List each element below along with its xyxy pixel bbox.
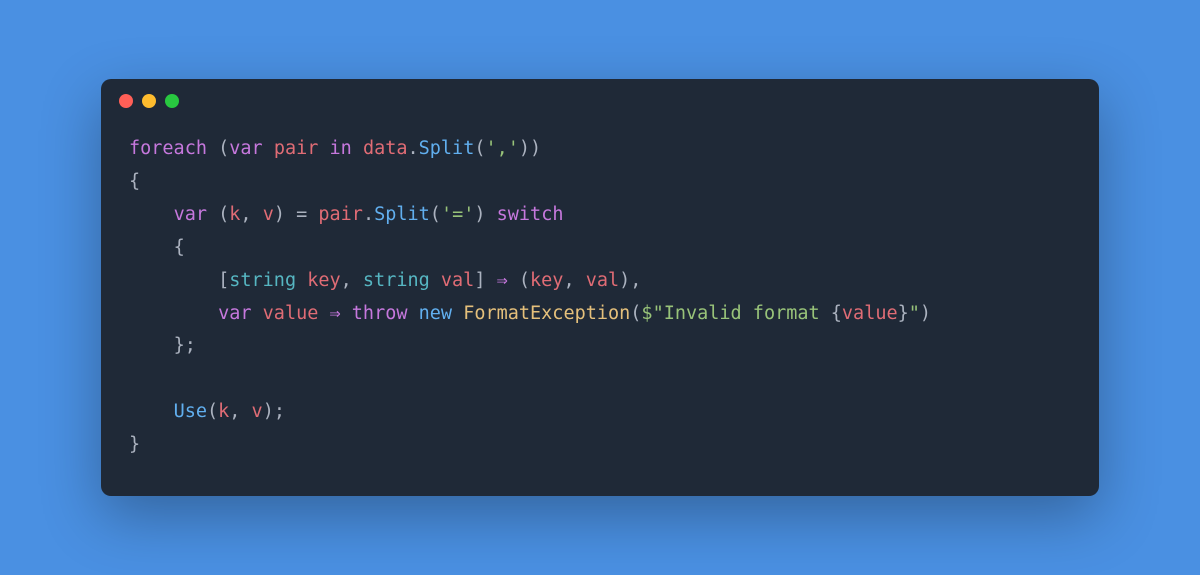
str-comma: ',' <box>485 138 518 159</box>
kw-in: in <box>330 138 352 159</box>
id-k: k <box>229 204 240 225</box>
code-window: foreach (var pair in data.Split(',')) { … <box>101 79 1099 496</box>
str-invalid: "Invalid format <box>653 303 831 324</box>
paren: ) <box>263 401 274 422</box>
comma: , <box>630 270 641 291</box>
id-value: value <box>263 303 319 324</box>
interp-open: { <box>831 303 842 324</box>
id-v: v <box>252 401 263 422</box>
kw-new: new <box>419 303 452 324</box>
paren: ) <box>474 204 485 225</box>
semi: ; <box>274 401 285 422</box>
comma: , <box>341 270 363 291</box>
paren: ( <box>519 270 530 291</box>
str-eq: '=' <box>441 204 474 225</box>
paren: ) <box>530 138 541 159</box>
id-pair: pair <box>318 204 363 225</box>
bracket: [ <box>218 270 229 291</box>
cls-formatexception: FormatException <box>463 303 630 324</box>
traffic-light-minimize-icon[interactable] <box>142 94 156 108</box>
dot: . <box>363 204 374 225</box>
paren: ( <box>630 303 641 324</box>
kw-throw: throw <box>352 303 408 324</box>
paren: ) <box>274 204 285 225</box>
paren: ( <box>474 138 485 159</box>
brace: { <box>129 171 140 192</box>
type-string: string <box>363 270 430 291</box>
id-key: key <box>307 270 340 291</box>
dot: . <box>408 138 419 159</box>
paren: ( <box>218 204 229 225</box>
paren: ) <box>920 303 931 324</box>
fn-split: Split <box>419 138 475 159</box>
kw-switch: switch <box>497 204 564 225</box>
id-value: value <box>842 303 898 324</box>
kw-var: var <box>229 138 262 159</box>
fn-split: Split <box>374 204 430 225</box>
id-val: val <box>586 270 619 291</box>
brace: } <box>174 335 185 356</box>
paren: ( <box>218 138 229 159</box>
arrow: ⇒ <box>485 270 518 291</box>
str-dollar: $ <box>641 303 652 324</box>
arrow: ⇒ <box>318 303 351 324</box>
id-v: v <box>263 204 274 225</box>
fn-use: Use <box>174 401 207 422</box>
type-string: string <box>229 270 296 291</box>
kw-foreach: foreach <box>129 138 207 159</box>
paren: ) <box>519 138 530 159</box>
paren: ) <box>619 270 630 291</box>
str-invalid-close: " <box>909 303 920 324</box>
traffic-light-close-icon[interactable] <box>119 94 133 108</box>
traffic-light-maximize-icon[interactable] <box>165 94 179 108</box>
window-titlebar <box>101 79 1099 123</box>
id-data: data <box>363 138 408 159</box>
eq: = <box>285 204 318 225</box>
comma: , <box>229 401 251 422</box>
id-k: k <box>218 401 229 422</box>
comma: , <box>563 270 585 291</box>
paren: ( <box>207 401 218 422</box>
comma: , <box>240 204 262 225</box>
bracket: ] <box>474 270 485 291</box>
id-key: key <box>530 270 563 291</box>
brace: { <box>174 237 185 258</box>
brace: } <box>129 434 140 455</box>
code-content: foreach (var pair in data.Split(',')) { … <box>101 123 1099 496</box>
id-val: val <box>441 270 474 291</box>
kw-var: var <box>174 204 207 225</box>
id-pair: pair <box>274 138 319 159</box>
semi: ; <box>185 335 196 356</box>
paren: ( <box>430 204 441 225</box>
interp-close: } <box>898 303 909 324</box>
kw-var: var <box>218 303 251 324</box>
